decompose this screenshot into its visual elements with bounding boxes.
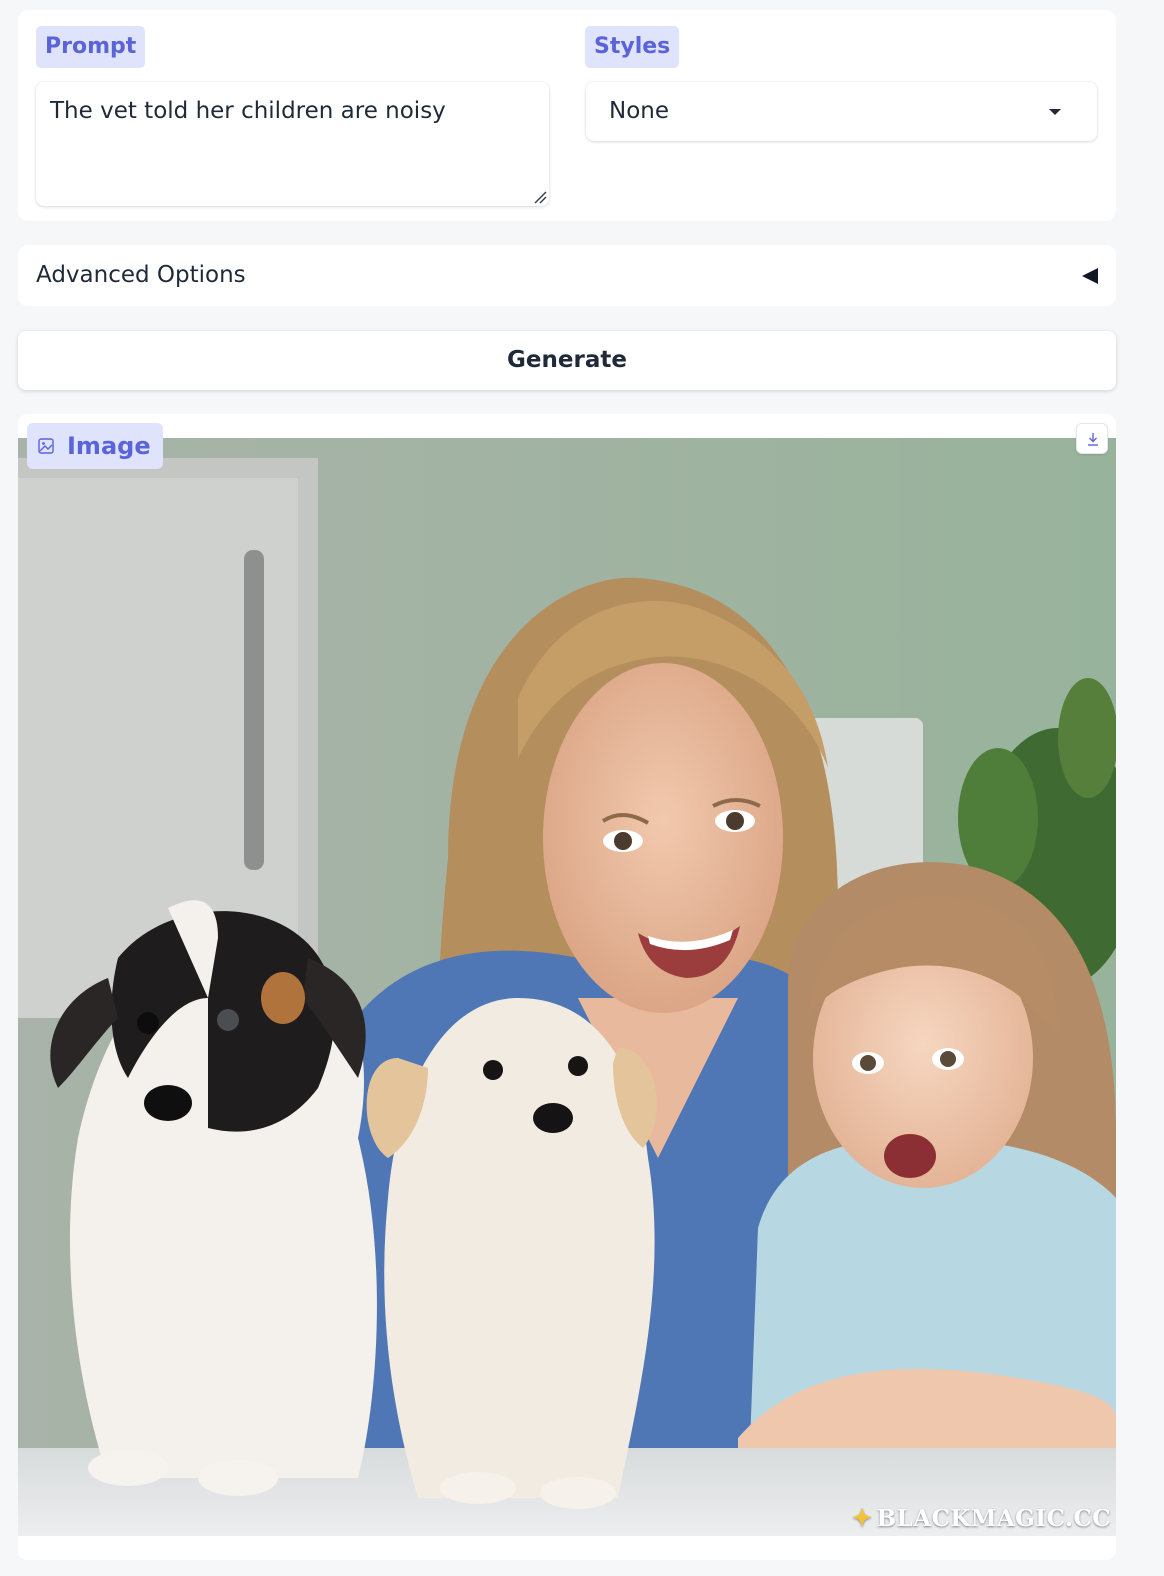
resize-grip-icon[interactable] [533, 190, 547, 204]
generate-button[interactable]: Generate [18, 331, 1116, 390]
styles-label: Styles [585, 26, 680, 68]
styles-selected-value: None [609, 98, 670, 124]
magic-wand-icon: ✦ [852, 1503, 873, 1532]
styles-dropdown[interactable]: None [586, 82, 1097, 141]
image-label: Image [67, 432, 151, 460]
prompt-text: The vet told her children are noisy [50, 98, 446, 124]
watermark-text: BLACKMAGIC.CC [876, 1505, 1112, 1532]
image-icon [38, 438, 54, 454]
download-button[interactable] [1076, 423, 1108, 454]
prompt-label: Prompt [36, 26, 146, 68]
watermark: ✦ BLACKMAGIC.CC [852, 1503, 1111, 1532]
download-icon [1088, 433, 1098, 446]
caret-down-icon [1049, 109, 1061, 115]
advanced-options-accordion[interactable]: Advanced Options [18, 245, 1116, 306]
prompt-textarea[interactable]: The vet told her children are noisy [36, 82, 549, 206]
image-label-chip: Image [27, 423, 163, 469]
advanced-options-label: Advanced Options [36, 262, 246, 288]
generated-image[interactable] [18, 438, 1116, 1536]
generated-photo [18, 438, 1116, 1536]
collapse-arrow-icon [1082, 268, 1098, 284]
